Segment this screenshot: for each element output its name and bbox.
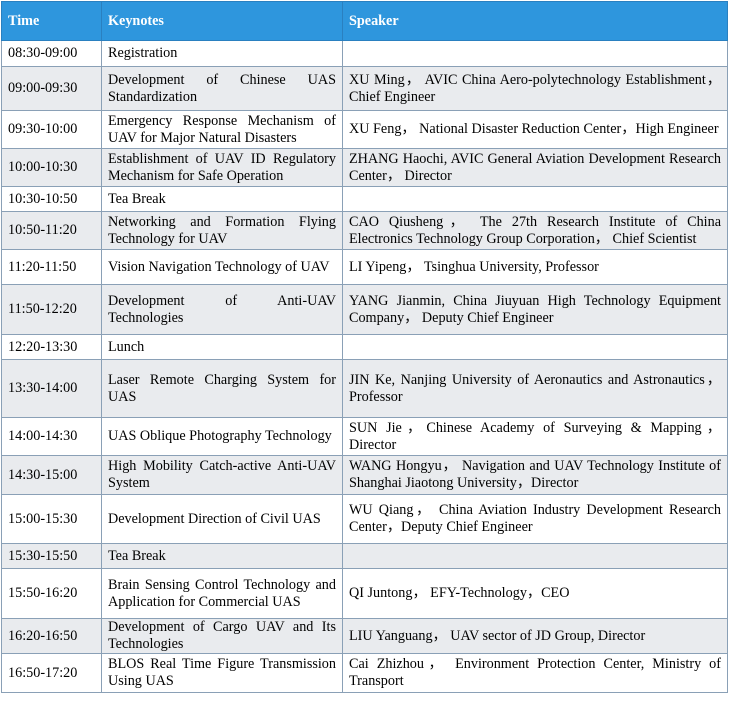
time-cell: 13:30-14:00 (1, 359, 102, 418)
speaker-cell: XU Ming， AVIC China Aero-polytechnology … (342, 66, 728, 111)
time-cell: 09:00-09:30 (1, 66, 102, 111)
speaker-cell: ZHANG Haochi, AVIC General Aviation Deve… (342, 148, 728, 187)
time-cell: 08:30-09:00 (1, 40, 102, 67)
keynote-cell: Development of Chinese UAS Standardizati… (101, 66, 343, 111)
table-row: 12:20-13:30 Lunch (1, 334, 728, 360)
time-cell: 10:50-11:20 (1, 211, 102, 250)
table-row: 08:30-09:00 Registration (1, 40, 728, 67)
time-cell: 16:20-16:50 (1, 618, 102, 654)
speaker-cell (342, 40, 728, 67)
table-row: 10:30-10:50 Tea Break (1, 186, 728, 212)
table-row: 11:20-11:50 Vision Navigation Technology … (1, 249, 728, 285)
time-cell: 11:20-11:50 (1, 249, 102, 285)
speaker-cell: JIN Ke, Nanjing University of Aeronautic… (342, 359, 728, 418)
header-time: Time (1, 1, 102, 41)
speaker-cell (342, 543, 728, 569)
table-row: 15:50-16:20 Brain Sensing Control Technol… (1, 568, 728, 619)
keynote-cell: BLOS Real Time Figure Transmission Using… (101, 653, 343, 693)
keynote-cell: Tea Break (101, 186, 343, 212)
time-cell: 15:30-15:50 (1, 543, 102, 569)
time-cell: 14:30-15:00 (1, 455, 102, 495)
time-cell: 11:50-12:20 (1, 284, 102, 335)
keynote-cell: Registration (101, 40, 343, 67)
agenda-header: Time Keynotes Speaker (1, 1, 728, 41)
speaker-cell (342, 186, 728, 212)
table-row: 15:30-15:50 Tea Break (1, 543, 728, 569)
speaker-cell: SUN Jie，Chinese Academy of Surveying & M… (342, 417, 728, 456)
speaker-cell: YANG Jianmin, China Jiuyuan High Technol… (342, 284, 728, 335)
header-keynotes: Keynotes (101, 1, 343, 41)
speaker-cell: CAO Qiusheng， The 27th Research Institut… (342, 211, 728, 250)
table-row: 09:30-10:00 Emergency Response Mechanism … (1, 110, 728, 149)
time-cell: 15:00-15:30 (1, 494, 102, 544)
time-cell: 09:30-10:00 (1, 110, 102, 149)
keynote-cell: Networking and Formation Flying Technolo… (101, 211, 343, 250)
time-cell: 15:50-16:20 (1, 568, 102, 619)
time-cell: 12:20-13:30 (1, 334, 102, 360)
time-cell: 14:00-14:30 (1, 417, 102, 456)
speaker-cell: LIU Yanguang， UAV sector of JD Group, Di… (342, 618, 728, 654)
keynote-cell: Development of Anti-UAV Technologies (101, 284, 343, 335)
time-cell: 10:00-10:30 (1, 148, 102, 187)
keynote-cell: Establishment of UAV ID Regulatory Mecha… (101, 148, 343, 187)
agenda-table: Time Keynotes Speaker 08:30-09:00 Registr… (1, 1, 728, 693)
speaker-cell: Cai Zhizhou， Environment Protection Cent… (342, 653, 728, 693)
keynote-cell: Emergency Response Mechanism of UAV for … (101, 110, 343, 149)
table-row: 11:50-12:20 Development of Anti-UAV Techn… (1, 284, 728, 335)
table-row: 14:00-14:30 UAS Oblique Photography Techn… (1, 417, 728, 456)
keynote-cell: Tea Break (101, 543, 343, 569)
agenda-body: 08:30-09:00 Registration 09:00-09:30 Develo… (1, 40, 728, 693)
speaker-cell (342, 334, 728, 360)
speaker-cell: WU Qiang， China Aviation Industry Develo… (342, 494, 728, 544)
table-row: 10:00-10:30 Establishment of UAV ID Regul… (1, 148, 728, 187)
speaker-cell: XU Feng， National Disaster Reduction Cen… (342, 110, 728, 149)
table-row: 10:50-11:20 Networking and Formation Flyi… (1, 211, 728, 250)
keynote-cell: Vision Navigation Technology of UAV (101, 249, 343, 285)
speaker-cell: LI Yipeng， Tsinghua University, Professo… (342, 249, 728, 285)
speaker-cell: WANG Hongyu， Navigation and UAV Technolo… (342, 455, 728, 495)
table-row: 16:20-16:50 Development of Cargo UAV and … (1, 618, 728, 654)
time-cell: 16:50-17:20 (1, 653, 102, 693)
table-row: 13:30-14:00 Laser Remote Charging System … (1, 359, 728, 418)
table-row: 09:00-09:30 Development of Chinese UAS St… (1, 66, 728, 111)
keynote-cell: Development Direction of Civil UAS (101, 494, 343, 544)
keynote-cell: Development of Cargo UAV and Its Technol… (101, 618, 343, 654)
keynote-cell: UAS Oblique Photography Technology (101, 417, 343, 456)
header-speaker: Speaker (342, 1, 728, 41)
table-row: 15:00-15:30 Development Direction of Civi… (1, 494, 728, 544)
time-cell: 10:30-10:50 (1, 186, 102, 212)
keynote-cell: Lunch (101, 334, 343, 360)
header-row: Time Keynotes Speaker (1, 1, 728, 41)
keynote-cell: Brain Sensing Control Technology and App… (101, 568, 343, 619)
keynote-cell: High Mobility Catch-active Anti-UAV Syst… (101, 455, 343, 495)
table-row: 14:30-15:00 High Mobility Catch-active An… (1, 455, 728, 495)
table-row: 16:50-17:20 BLOS Real Time Figure Transmi… (1, 653, 728, 693)
speaker-cell: QI Juntong， EFY-Technology，CEO (342, 568, 728, 619)
keynote-cell: Laser Remote Charging System for UAS (101, 359, 343, 418)
